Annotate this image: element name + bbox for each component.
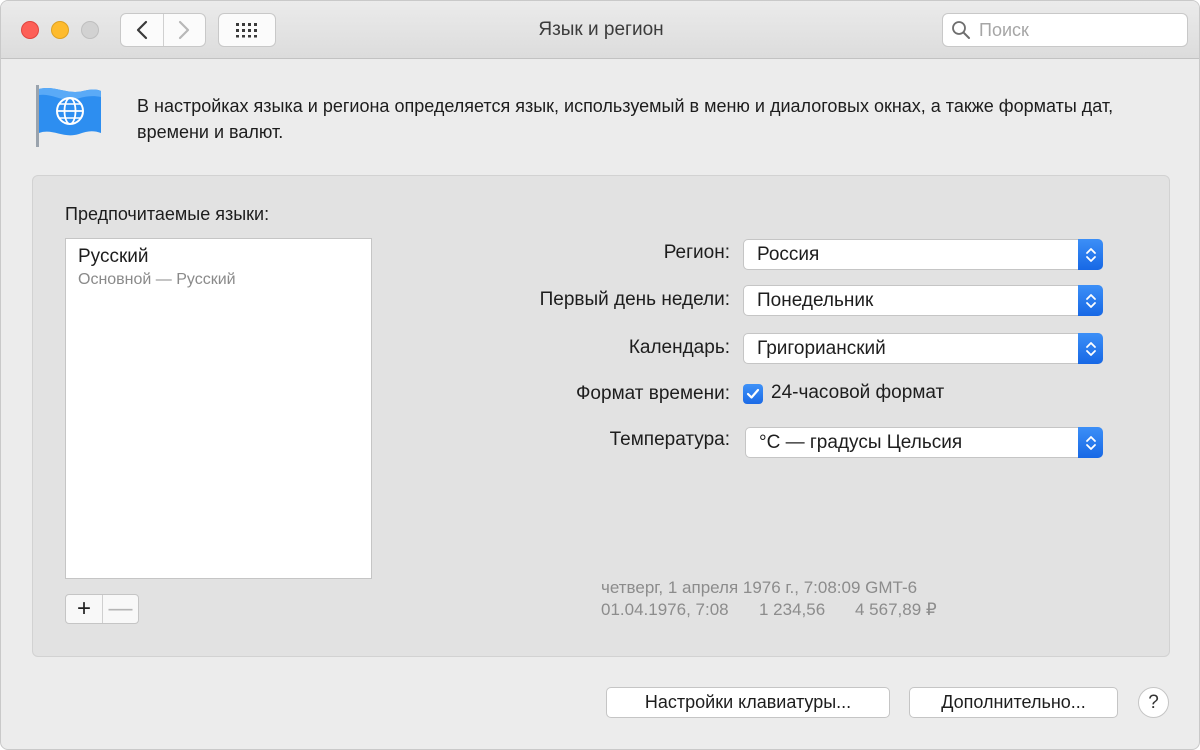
keyboard-preferences-button[interactable]: Настройки клавиатуры... xyxy=(606,687,890,718)
popup-arrows-icon xyxy=(1078,333,1103,364)
calendar-label: Календарь: xyxy=(628,337,730,358)
preferred-languages-list[interactable]: Русский Основной — Русский xyxy=(65,238,372,579)
time-format-label: Формат времени: xyxy=(575,383,730,404)
language-region-icon xyxy=(33,83,105,149)
intro-description: В настройках языка и региона определяетс… xyxy=(137,96,1114,142)
minimize-window-button[interactable] xyxy=(51,21,69,39)
settings-panel: Предпочитаемые языки: Русский Основной —… xyxy=(32,175,1170,657)
temperature-select[interactable]: °C — градусы Цельсия xyxy=(745,427,1103,458)
title-bar: Язык и регион xyxy=(1,1,1199,59)
back-button[interactable] xyxy=(121,14,163,46)
chevron-right-icon xyxy=(179,20,190,40)
forward-button[interactable] xyxy=(162,14,205,46)
search-input[interactable] xyxy=(979,19,1169,41)
sample-currency: 4 567,89 ₽ xyxy=(855,600,937,619)
zoom-window-button xyxy=(81,21,99,39)
advanced-button[interactable]: Дополнительно... xyxy=(909,687,1118,718)
region-label: Регион: xyxy=(663,242,730,263)
remove-language-button[interactable]: — xyxy=(101,595,138,623)
region-value: Россия xyxy=(757,244,820,265)
popup-arrows-icon xyxy=(1078,285,1103,316)
add-remove-buttons: + — xyxy=(65,594,139,624)
sample-number: 1 234,56 xyxy=(759,600,826,619)
search-icon xyxy=(951,20,971,40)
temperature-label: Температура: xyxy=(609,429,730,450)
language-subtitle: Основной — Русский xyxy=(78,271,236,288)
help-button[interactable]: ? xyxy=(1138,687,1169,718)
sample-date-long: четверг, 1 апреля 1976 г., 7:08:09 GMT-6 xyxy=(601,578,918,597)
first-day-label: Первый день недели: xyxy=(539,289,730,310)
popup-arrows-icon xyxy=(1078,239,1103,270)
calendar-value: Григорианский xyxy=(757,338,886,359)
temperature-value: °C — градусы Цельсия xyxy=(759,432,963,453)
grid-icon xyxy=(236,23,257,38)
24-hour-label[interactable]: 24-часовой формат xyxy=(771,382,944,404)
sample-formats-row: 01.04.1976, 7:08 1 234,56 4 567,89 ₽ xyxy=(601,600,937,620)
24-hour-checkbox[interactable] xyxy=(743,384,763,404)
calendar-select[interactable]: Григорианский xyxy=(743,333,1103,364)
search-field[interactable] xyxy=(942,13,1188,47)
language-name: Русский xyxy=(78,246,149,267)
list-item[interactable]: Русский Основной — Русский xyxy=(66,239,371,297)
show-all-button[interactable] xyxy=(218,13,276,47)
sample-date-short: 01.04.1976, 7:08 xyxy=(601,600,729,619)
chevron-left-icon xyxy=(136,20,148,40)
first-day-value: Понедельник xyxy=(757,290,874,311)
preferences-window: Язык и регион В настройках языка и регио… xyxy=(0,0,1200,750)
popup-arrows-icon xyxy=(1078,427,1103,458)
first-day-select[interactable]: Понедельник xyxy=(743,285,1103,316)
navigation-buttons xyxy=(120,13,206,47)
region-select[interactable]: Россия xyxy=(743,239,1103,270)
add-language-button[interactable]: + xyxy=(66,595,102,623)
close-window-button[interactable] xyxy=(21,21,39,39)
preferred-languages-title: Предпочитаемые языки: xyxy=(65,204,270,224)
checkmark-icon xyxy=(746,388,760,399)
